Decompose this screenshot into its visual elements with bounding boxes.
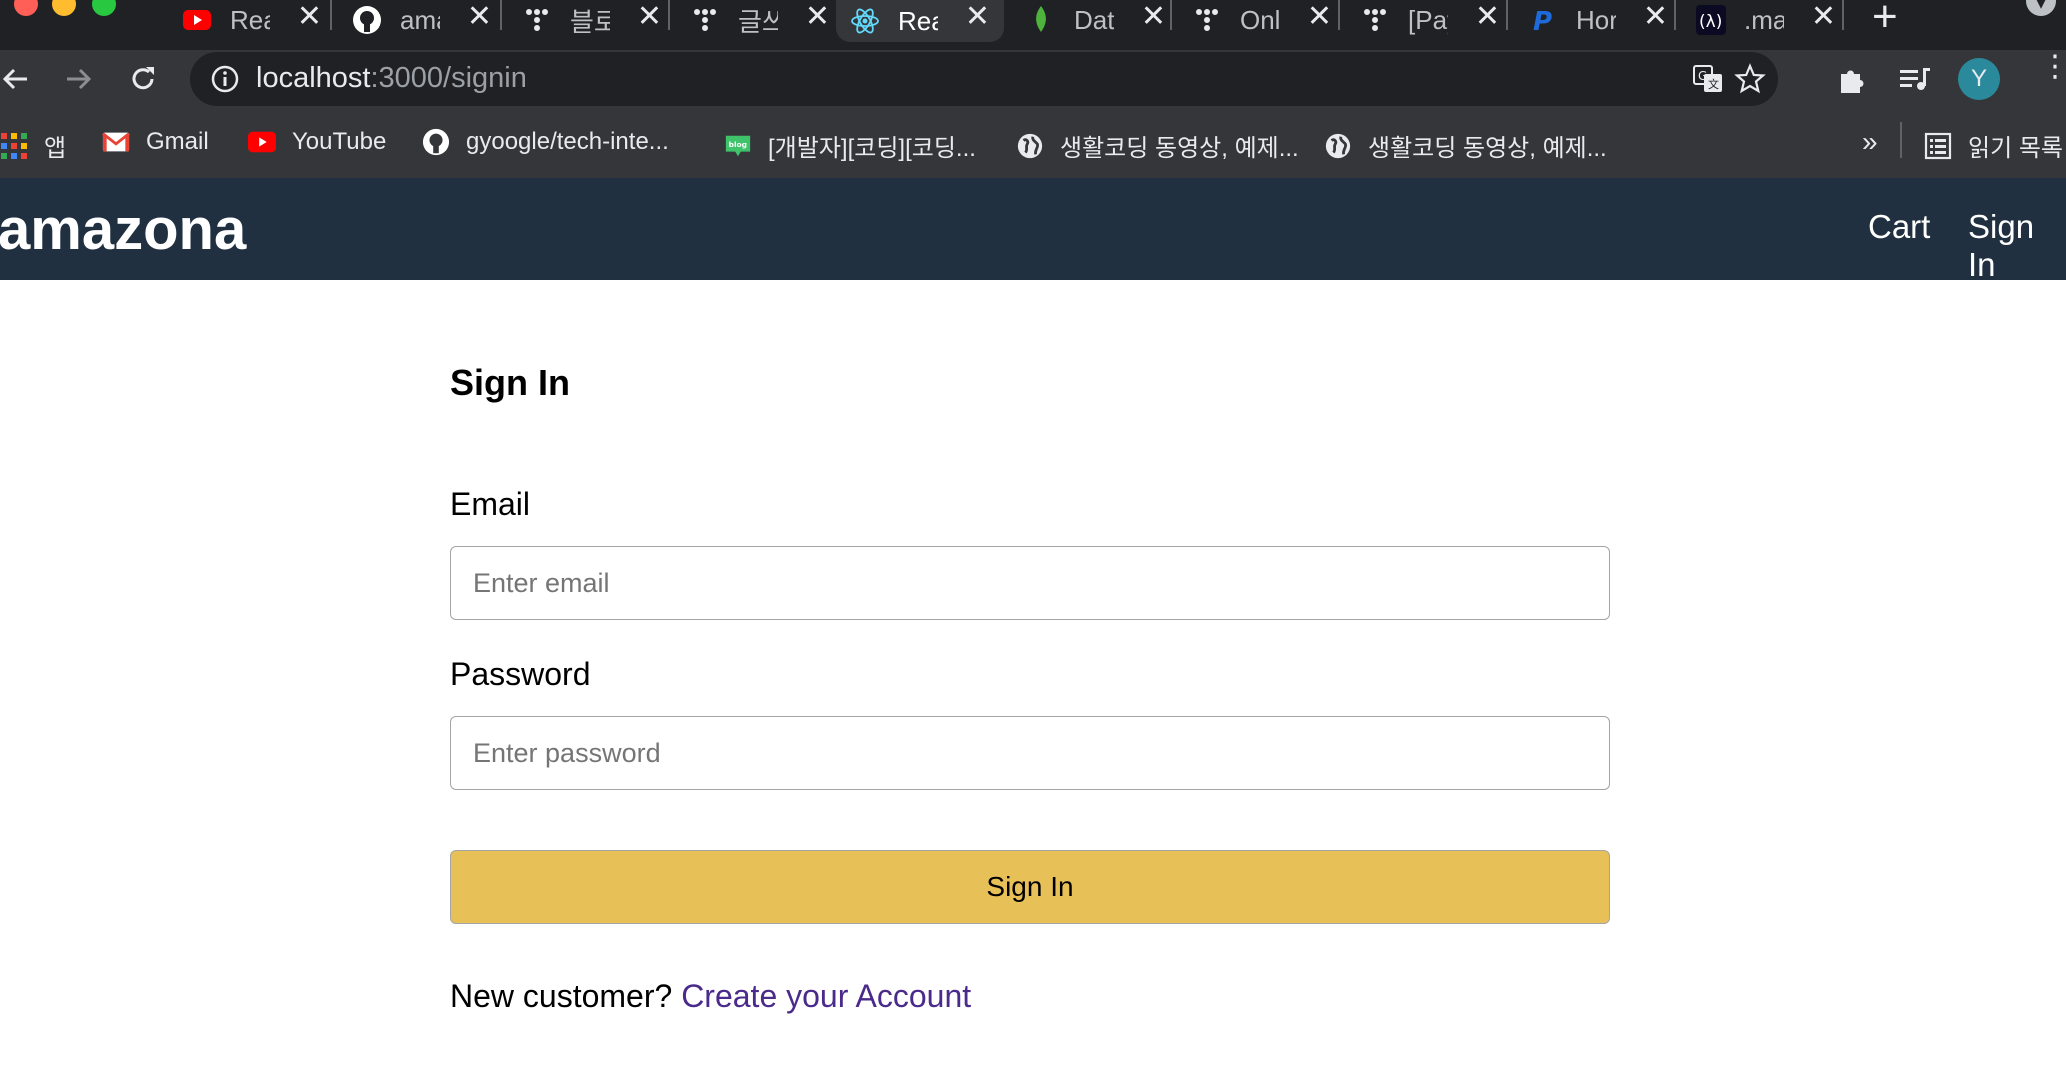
bookmark-github[interactable]: gyoogle/tech-inte... [422, 128, 669, 156]
bookmarks-bar: 앱 Gmail YouTube gyoogle/tech-inte... blo… [0, 108, 2066, 179]
bookmark-gmail[interactable]: Gmail [102, 128, 209, 156]
create-account-link[interactable]: Create your Account [681, 978, 971, 1014]
browser-toolbar: localhost:3000/signin G文 Y ⋮ [0, 50, 2066, 108]
tab-divider [1506, 0, 1508, 30]
more-bookmarks-chevron-icon[interactable]: » [1862, 126, 1878, 158]
mongodb-leaf-icon [1026, 5, 1056, 35]
tab-divider [330, 0, 332, 30]
reading-list-icon [1924, 132, 1952, 160]
close-tab-icon[interactable]: ✕ [805, 2, 830, 32]
bookmark-opentutorials-2[interactable]: 생활코딩 동영상, 예제... [1324, 128, 1607, 163]
browser-tab[interactable]: 블로 ✕ [508, 0, 676, 40]
bookmark-apps[interactable]: 앱 [0, 128, 66, 163]
svg-text:blog: blog [729, 139, 747, 148]
extensions-puzzle-icon[interactable] [1836, 64, 1868, 96]
tab-divider [1674, 0, 1676, 30]
bookmark-opentutorials-1[interactable]: 생활코딩 동영상, 예제... [1016, 128, 1299, 163]
tab-divider [500, 0, 502, 30]
browser-tab[interactable]: P Hor ✕ [1514, 0, 1682, 40]
bookmark-blog[interactable]: blog [개발자][코딩][코딩... [724, 128, 976, 163]
close-tab-icon[interactable]: ✕ [467, 2, 492, 32]
browser-tab[interactable]: [Pay ✕ [1346, 0, 1514, 40]
browser-tab[interactable]: Dat ✕ [1012, 0, 1180, 40]
tistory-icon [1192, 5, 1222, 35]
tistory-icon [522, 5, 552, 35]
paypal-icon: P [1528, 5, 1558, 35]
globe-icon [1324, 132, 1352, 160]
forward-arrow-icon[interactable] [56, 56, 102, 102]
close-tab-icon[interactable]: ✕ [1307, 2, 1332, 32]
password-label: Password [450, 656, 591, 692]
new-customer-row: New customer? Create your Account [450, 978, 971, 1015]
app-header: amazona Cart Sign In [0, 178, 2066, 283]
function-icon: (λ) [1696, 5, 1726, 35]
address-bar[interactable]: localhost:3000/signin G文 [190, 52, 1778, 106]
translate-icon[interactable]: G文 [1692, 63, 1724, 95]
zoom-window-button[interactable] [92, 0, 116, 16]
browser-tab-strip: Rea ✕ ama ✕ 블로 ✕ 글쓰 ✕ Rea ✕ Dat [0, 0, 2066, 50]
email-field[interactable] [450, 546, 1610, 620]
github-icon [422, 128, 450, 156]
blog-icon: blog [724, 132, 752, 160]
signin-link[interactable]: Sign In [1968, 208, 2066, 284]
youtube-icon [248, 128, 276, 156]
password-field[interactable] [450, 716, 1610, 790]
browser-tab[interactable]: Onl ✕ [1178, 0, 1346, 40]
tistory-icon [1360, 5, 1390, 35]
email-label: Email [450, 486, 531, 522]
reading-list-button[interactable]: 읽기 목록 [1924, 128, 2063, 163]
browser-tab-active[interactable]: Rea ✕ [836, 0, 1004, 42]
tistory-icon [690, 5, 720, 35]
browser-tab[interactable]: 글쓰 ✕ [676, 0, 844, 40]
apps-grid-icon [0, 132, 28, 160]
svg-text:文: 文 [1708, 77, 1719, 91]
media-queue-icon[interactable] [1898, 64, 1930, 96]
youtube-icon [182, 5, 212, 35]
browser-menu-icon[interactable]: ⋮ [2040, 52, 2066, 82]
close-tab-icon[interactable]: ✕ [1643, 2, 1668, 32]
reload-icon[interactable] [120, 56, 166, 102]
new-tab-button[interactable]: + [1872, 0, 1898, 42]
browser-tab[interactable]: (λ) .ma ✕ [1682, 0, 1850, 40]
bookmark-youtube[interactable]: YouTube [248, 128, 386, 156]
tab-divider [1842, 0, 1844, 30]
browser-tab[interactable]: Rea ✕ [168, 0, 336, 40]
github-icon [352, 5, 382, 35]
browser-tab[interactable]: ama ✕ [338, 0, 506, 40]
tab-divider [1170, 0, 1172, 30]
svg-text:P: P [1533, 7, 1552, 34]
svg-text:G: G [1698, 69, 1707, 83]
svg-text:(λ): (λ) [1699, 12, 1722, 32]
close-tab-icon[interactable]: ✕ [965, 2, 990, 32]
close-tab-icon[interactable]: ✕ [1475, 2, 1500, 32]
tab-search-icon[interactable]: ▾ [2026, 0, 2056, 16]
bookmarks-divider [1900, 122, 1902, 158]
gmail-icon [102, 128, 130, 156]
address-url[interactable]: localhost:3000/signin [256, 62, 527, 95]
close-tab-icon[interactable]: ✕ [637, 2, 662, 32]
react-icon [850, 6, 880, 36]
close-tab-icon[interactable]: ✕ [1811, 2, 1836, 32]
cart-link[interactable]: Cart [1868, 208, 1930, 246]
brand-logo-link[interactable]: amazona [0, 196, 246, 263]
tab-divider [1338, 0, 1340, 30]
page-title: Sign In [450, 362, 570, 403]
close-tab-icon[interactable]: ✕ [297, 2, 322, 32]
globe-icon [1016, 132, 1044, 160]
back-arrow-icon[interactable] [0, 56, 38, 102]
new-customer-text: New customer? [450, 978, 673, 1014]
tab-divider [668, 0, 670, 30]
profile-avatar[interactable]: Y [1958, 58, 2000, 100]
minimize-window-button[interactable] [52, 0, 76, 16]
signin-submit-button[interactable]: Sign In [450, 850, 1610, 924]
close-window-button[interactable] [14, 0, 38, 16]
site-info-icon[interactable] [210, 64, 240, 94]
bookmark-star-icon[interactable] [1734, 63, 1766, 95]
close-tab-icon[interactable]: ✕ [1141, 2, 1166, 32]
